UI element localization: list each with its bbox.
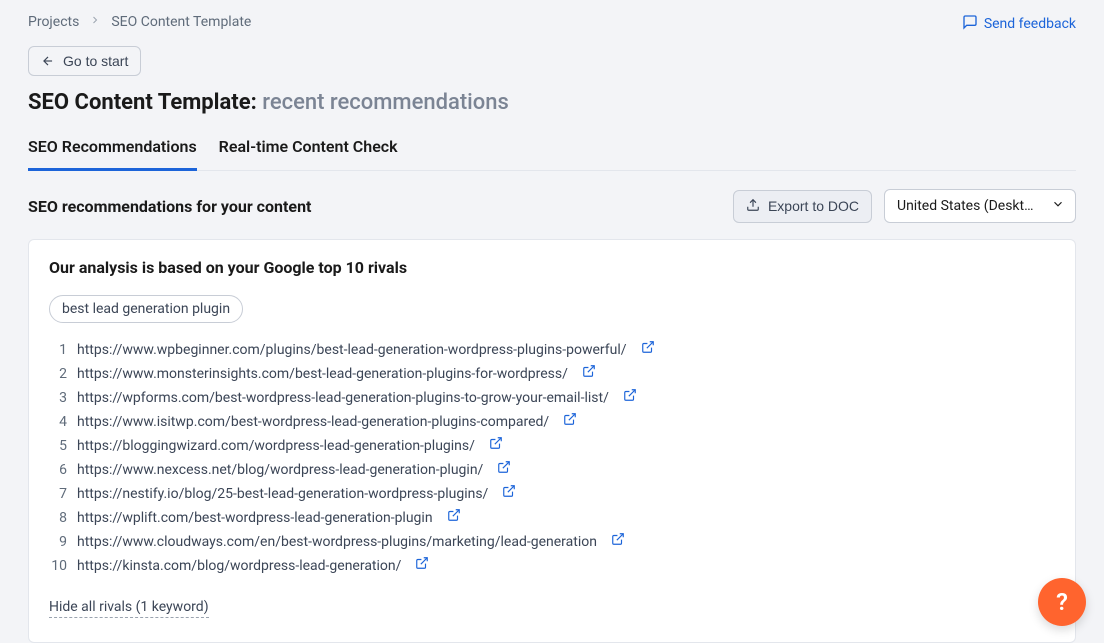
external-link-icon[interactable] [563, 412, 577, 426]
page-title-suffix: recent recommendations [262, 90, 509, 115]
section-heading: SEO recommendations for your content [28, 197, 311, 216]
external-link-icon[interactable] [415, 556, 429, 570]
rival-row: 8 https://wplift.com/best-wordpress-lead-… [49, 505, 1055, 529]
rival-url: https://kinsta.com/blog/wordpress-lead-g… [77, 558, 401, 574]
rival-index: 9 [49, 534, 67, 550]
region-select-value: United States (Deskt… [897, 198, 1033, 214]
rival-row: 3 https://wpforms.com/best-wordpress-lead… [49, 385, 1055, 409]
rival-index: 1 [49, 342, 67, 358]
breadcrumb-current: SEO Content Template [111, 14, 251, 30]
chevron-right-icon [89, 14, 101, 30]
rival-url: https://bloggingwizard.com/wordpress-lea… [77, 438, 475, 454]
page-title: SEO Content Template: recent recommendat… [28, 90, 1076, 115]
rival-row: 9 https://www.cloudways.com/en/best-wordp… [49, 529, 1055, 553]
region-select[interactable]: United States (Deskt… [884, 189, 1076, 223]
rival-row: 6 https://www.nexcess.net/blog/wordpress-… [49, 457, 1055, 481]
rival-url: https://www.wpbeginner.com/plugins/best-… [77, 342, 627, 358]
external-link-icon[interactable] [611, 532, 625, 546]
rival-row: 10 https://kinsta.com/blog/wordpress-lead… [49, 553, 1055, 577]
arrow-left-icon [41, 54, 55, 68]
hide-rivals-link[interactable]: Hide all rivals (1 keyword) [49, 599, 209, 618]
rival-index: 6 [49, 462, 67, 478]
feedback-label: Send feedback [984, 16, 1076, 32]
rival-index: 10 [49, 558, 67, 574]
help-fab-button[interactable]: ? [1038, 578, 1086, 626]
rival-index: 7 [49, 486, 67, 502]
go-to-start-label: Go to start [63, 53, 128, 69]
rival-url: https://www.cloudways.com/en/best-wordpr… [77, 534, 597, 550]
rival-url: https://nestify.io/blog/25-best-lead-gen… [77, 486, 488, 502]
rival-row: 5 https://bloggingwizard.com/wordpress-le… [49, 433, 1055, 457]
rival-row: 2 https://www.monsterinsights.com/best-le… [49, 361, 1055, 385]
feedback-icon [962, 14, 978, 34]
rival-row: 4 https://www.isitwp.com/best-wordpress-l… [49, 409, 1055, 433]
rival-row: 1 https://www.wpbeginner.com/plugins/best… [49, 337, 1055, 361]
external-link-icon[interactable] [497, 460, 511, 474]
tabs: SEO Recommendations Real-time Content Ch… [28, 137, 1076, 171]
external-link-icon[interactable] [489, 436, 503, 450]
rival-url: https://wplift.com/best-wordpress-lead-g… [77, 510, 433, 526]
chevron-down-icon [1051, 197, 1065, 215]
upload-icon [746, 198, 760, 215]
send-feedback-link[interactable]: Send feedback [962, 14, 1076, 34]
breadcrumb-root[interactable]: Projects [28, 14, 79, 30]
rival-index: 8 [49, 510, 67, 526]
tab-seo-recommendations[interactable]: SEO Recommendations [28, 137, 197, 171]
external-link-icon[interactable] [641, 340, 655, 354]
rival-row: 7 https://nestify.io/blog/25-best-lead-ge… [49, 481, 1055, 505]
rivals-list: 1 https://www.wpbeginner.com/plugins/best… [49, 337, 1055, 577]
external-link-icon[interactable] [502, 484, 516, 498]
external-link-icon[interactable] [447, 508, 461, 522]
breadcrumb: Projects SEO Content Template [28, 14, 251, 30]
rivals-heading: Our analysis is based on your Google top… [49, 258, 1055, 277]
page-title-prefix: SEO Content Template: [28, 90, 257, 115]
rival-url: https://www.nexcess.net/blog/wordpress-l… [77, 462, 483, 478]
go-to-start-button[interactable]: Go to start [28, 46, 141, 76]
rival-url: https://www.isitwp.com/best-wordpress-le… [77, 414, 549, 430]
rival-index: 5 [49, 438, 67, 454]
external-link-icon[interactable] [623, 388, 637, 402]
rival-index: 3 [49, 390, 67, 406]
rival-index: 2 [49, 366, 67, 382]
rivals-card: Our analysis is based on your Google top… [28, 239, 1076, 643]
tab-realtime-content-check[interactable]: Real-time Content Check [219, 137, 398, 171]
rival-index: 4 [49, 414, 67, 430]
keyword-pill[interactable]: best lead generation plugin [49, 295, 243, 323]
external-link-icon[interactable] [582, 364, 596, 378]
export-to-doc-button[interactable]: Export to DOC [733, 190, 872, 223]
rival-url: https://www.monsterinsights.com/best-lea… [77, 366, 568, 382]
export-label: Export to DOC [768, 198, 859, 214]
rival-url: https://wpforms.com/best-wordpress-lead-… [77, 390, 609, 406]
